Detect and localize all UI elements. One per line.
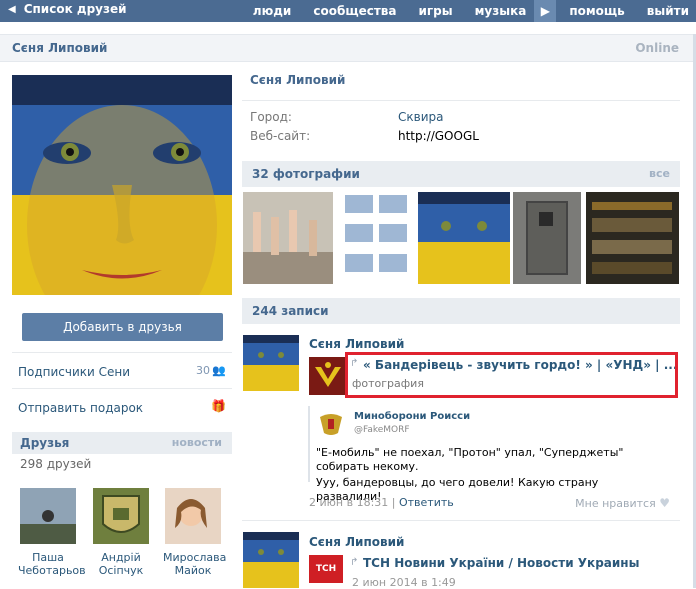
subscribers-count: 30: [196, 364, 210, 377]
post-date[interactable]: 2 июн 2014 в 1:49: [352, 576, 456, 589]
friend-last-name[interactable]: Чеботарьов: [18, 564, 86, 577]
friend-first-name[interactable]: Паша: [18, 551, 78, 564]
like-label: Мне нравится: [575, 497, 656, 510]
shared-group-avatar[interactable]: [309, 357, 347, 395]
add-friend-button[interactable]: Добавить в друзья: [22, 313, 223, 341]
post-author-name[interactable]: Сєня Липовий: [309, 337, 404, 351]
online-status: Online: [635, 41, 679, 55]
post-author-avatar[interactable]: [243, 532, 299, 588]
post-author-name[interactable]: Сєня Липовий: [309, 535, 404, 549]
friends-title[interactable]: Друзья: [20, 436, 69, 450]
profile-avatar[interactable]: [12, 75, 232, 295]
friend-first-name[interactable]: Андрій: [91, 551, 151, 564]
profile-header-name: Сєня Липовий: [12, 41, 108, 55]
users-icon: 👥: [212, 364, 226, 377]
friend-first-name[interactable]: Мирослава: [163, 551, 226, 564]
city-value[interactable]: Сквира: [398, 110, 443, 124]
website-value[interactable]: http://GOOGL: [398, 129, 479, 143]
quote-divider: [308, 406, 310, 482]
website-label: Веб-сайт:: [250, 129, 311, 143]
photo-thumb[interactable]: [418, 192, 510, 284]
like-button[interactable]: Мне нравится ♥: [575, 496, 670, 510]
repost-author-handle: @FakeMORF: [354, 425, 410, 435]
repost-author-name[interactable]: Миноборони Роисси: [354, 411, 470, 422]
post-date[interactable]: 2 июн в 18:31: [309, 496, 388, 509]
friend-item[interactable]: Мирослава Майок: [163, 488, 226, 577]
profile-name: Сєня Липовий: [250, 73, 346, 87]
photo-thumb[interactable]: [343, 192, 411, 284]
friend-item[interactable]: Паша Чеботарьов: [18, 488, 86, 577]
friend-avatar[interactable]: [93, 488, 149, 544]
photo-thumb[interactable]: [243, 192, 333, 284]
nav-help[interactable]: помощь: [569, 4, 624, 18]
friends-section-header: Друзья новости: [12, 432, 232, 454]
friends-count[interactable]: 298 друзей: [20, 457, 91, 471]
reply-link[interactable]: Ответить: [399, 496, 454, 509]
photo-thumb[interactable]: [586, 192, 679, 284]
photos-title[interactable]: 32 фотографии: [252, 167, 360, 181]
friend-last-name[interactable]: Майок: [163, 564, 223, 577]
chevron-left-icon: ◀: [8, 3, 16, 15]
photo-thumb[interactable]: [513, 192, 581, 284]
share-icon: ↱: [350, 557, 359, 568]
friend-last-name[interactable]: Осіпчук: [91, 564, 151, 577]
nav-games[interactable]: игры: [419, 4, 453, 18]
friends-news-link[interactable]: новости: [172, 436, 222, 449]
back-label: Список друзей: [23, 2, 127, 16]
tsn-logo[interactable]: ТСН: [309, 555, 343, 583]
friend-item[interactable]: Андрій Осіпчук: [91, 488, 151, 577]
photos-section-header: 32 фотографии все: [242, 161, 680, 187]
highlight-box: [345, 352, 678, 398]
divider: [12, 352, 232, 353]
top-bar: ◀ Список друзей люди сообщества игры муз…: [0, 0, 696, 22]
back-to-friends-link[interactable]: ◀ Список друзей: [8, 2, 127, 16]
friend-avatar[interactable]: [20, 488, 76, 544]
subscribers-link[interactable]: Подписчики Сени: [18, 365, 130, 379]
nav-music[interactable]: музыка: [475, 4, 527, 18]
heart-icon: ♥: [659, 496, 670, 510]
post-author-avatar[interactable]: [243, 335, 299, 391]
meta-divider: |: [388, 496, 399, 509]
repost-text-line: "Е-мобиль" не поехал, "Протон" упал, "Су…: [316, 446, 624, 473]
shared-post-title[interactable]: ТСН Новини України / Новости Украины: [363, 556, 639, 570]
chevron-right-icon: ▶: [540, 4, 550, 18]
nav-people[interactable]: люди: [253, 4, 292, 18]
photos-all-link[interactable]: все: [649, 167, 670, 180]
friend-avatar[interactable]: [165, 488, 221, 544]
divider: [12, 388, 232, 389]
nav-more-button[interactable]: ▶: [534, 0, 557, 22]
nav-communities[interactable]: сообщества: [313, 4, 396, 18]
nav-logout[interactable]: выйти: [647, 4, 689, 18]
repost-avatar[interactable]: [316, 409, 346, 439]
profile-header: Сєня Липовий Online: [0, 34, 693, 62]
city-label: Город:: [250, 110, 292, 124]
main-nav: люди сообщества игры музыка ▶ помощь вый…: [253, 0, 696, 22]
wall-title[interactable]: 244 записи: [252, 304, 329, 318]
gift-icon: 🎁: [211, 399, 226, 413]
send-gift-link[interactable]: Отправить подарок: [18, 401, 143, 415]
post-meta: 2 июн в 18:31 | Ответить: [309, 496, 454, 509]
divider: [242, 520, 680, 521]
wall-section-header: 244 записи: [242, 298, 680, 324]
divider: [242, 100, 680, 101]
